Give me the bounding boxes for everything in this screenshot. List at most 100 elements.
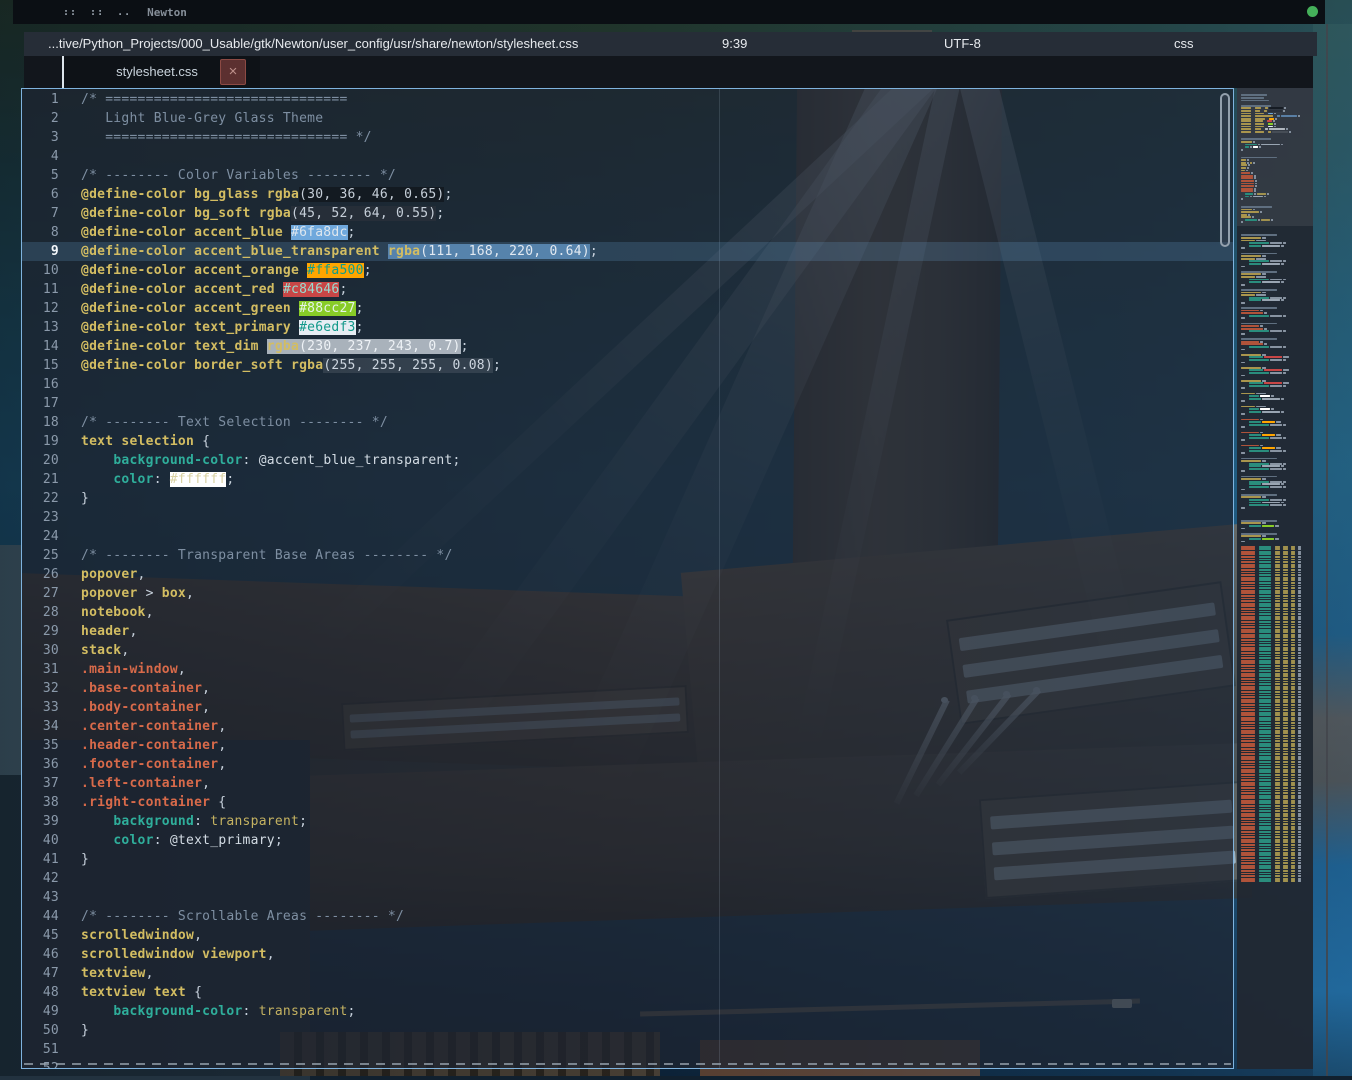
code-line[interactable]: 47 textview,	[22, 964, 1233, 983]
code-line[interactable]: 25/* -------- Transparent Base Areas ---…	[22, 546, 1233, 565]
line-number[interactable]: 48	[22, 983, 65, 1002]
code-line[interactable]: 14@define-color text_dim rgba(230, 237, …	[22, 337, 1233, 356]
code-text[interactable]	[81, 1040, 1233, 1059]
code-text[interactable]: @define-color bg_soft rgba(45, 52, 64, 0…	[81, 204, 1233, 223]
code-text[interactable]: ============================== */	[81, 128, 1233, 147]
code-text[interactable]	[81, 147, 1233, 166]
line-number[interactable]: 28	[22, 603, 65, 622]
line-number[interactable]: 50	[22, 1021, 65, 1040]
code-line[interactable]: 7 @define-color bg_soft rgba(45, 52, 64, …	[22, 204, 1233, 223]
code-text[interactable]: header,	[81, 622, 1233, 641]
line-number[interactable]: 30	[22, 641, 65, 660]
tab-stylesheet[interactable]: stylesheet.css ×	[62, 56, 260, 88]
code-line[interactable]: 19 text selection {	[22, 432, 1233, 451]
code-text[interactable]: textview,	[81, 964, 1233, 983]
line-number[interactable]: 24	[22, 527, 65, 546]
code-text[interactable]: @define-color accent_orange #ffa500;	[81, 261, 1233, 280]
code-line[interactable]: 37 .left-container,	[22, 774, 1233, 793]
code-text[interactable]: @define-color bg_glass rgba(30, 36, 46, …	[81, 185, 1233, 204]
minimap[interactable]	[1237, 88, 1313, 1069]
code-line[interactable]: 11@define-color accent_red #c84646;	[22, 280, 1233, 299]
code-text[interactable]: text selection {	[81, 432, 1233, 451]
code-text[interactable]: scrolledwindow viewport,	[81, 945, 1233, 964]
code-line[interactable]: 26 popover,	[22, 565, 1233, 584]
line-number[interactable]: 6	[22, 185, 65, 204]
line-number[interactable]: 17	[22, 394, 65, 413]
line-number[interactable]: 47	[22, 964, 65, 983]
code-text[interactable]	[81, 375, 1233, 394]
code-text[interactable]: stack,	[81, 641, 1233, 660]
line-number[interactable]: 7	[22, 204, 65, 223]
code-line[interactable]: 48textview text {	[22, 983, 1233, 1002]
code-text[interactable]: @define-color border_soft rgba(255, 255,…	[81, 356, 1233, 375]
code-text[interactable]: .base-container,	[81, 679, 1233, 698]
line-number[interactable]: 43	[22, 888, 65, 907]
line-number[interactable]: 20	[22, 451, 65, 470]
code-line[interactable]: 2 Light Blue-Grey Glass Theme	[22, 109, 1233, 128]
line-number[interactable]: 36	[22, 755, 65, 774]
line-number[interactable]: 51	[22, 1040, 65, 1059]
code-line[interactable]: 41}	[22, 850, 1233, 869]
vertical-scrollbar-thumb[interactable]	[1220, 93, 1230, 247]
line-number[interactable]: 21	[22, 470, 65, 489]
code-line[interactable]: 10 @define-color accent_orange #ffa500;	[22, 261, 1233, 280]
tab-close-button[interactable]: ×	[220, 59, 246, 85]
code-text[interactable]: .left-container,	[81, 774, 1233, 793]
line-number[interactable]: 5	[22, 166, 65, 185]
code-text[interactable]: background: transparent;	[81, 812, 1233, 831]
line-number[interactable]: 1	[22, 90, 65, 109]
code-line[interactable]: 3 ============================== */	[22, 128, 1233, 147]
code-text[interactable]: @define-color accent_green #88cc27;	[81, 299, 1233, 318]
line-number[interactable]: 19	[22, 432, 65, 451]
code-line[interactable]: 5/* -------- Color Variables -------- */	[22, 166, 1233, 185]
code-text[interactable]: /* -------- Transparent Base Areas -----…	[81, 546, 1233, 565]
code-line[interactable]: 15 @define-color border_soft rgba(255, 25…	[22, 356, 1233, 375]
line-number[interactable]: 8	[22, 223, 65, 242]
line-number[interactable]: 18	[22, 413, 65, 432]
code-line[interactable]: 16	[22, 375, 1233, 394]
code-text[interactable]: .footer-container,	[81, 755, 1233, 774]
code-text[interactable]: .right-container {	[81, 793, 1233, 812]
line-number[interactable]: 42	[22, 869, 65, 888]
code-text[interactable]: }	[81, 489, 1233, 508]
code-line[interactable]: 8@define-color accent_blue #6fa8dc;	[22, 223, 1233, 242]
code-text[interactable]: }	[81, 850, 1233, 869]
line-number[interactable]: 44	[22, 907, 65, 926]
line-number[interactable]: 3	[22, 128, 65, 147]
window-title-bar[interactable]: :: :: .. Newton	[13, 0, 1325, 24]
code-text[interactable]: }	[81, 1021, 1233, 1040]
code-line[interactable]: 39 background: transparent;	[22, 812, 1233, 831]
code-line[interactable]: 31.main-window,	[22, 660, 1233, 679]
code-line[interactable]: 18 /* -------- Text Selection -------- */	[22, 413, 1233, 432]
code-text[interactable]: @define-color text_dim rgba(230, 237, 24…	[81, 337, 1233, 356]
code-text[interactable]: @define-color accent_blue_transparent rg…	[81, 242, 1233, 261]
code-line[interactable]: 23	[22, 508, 1233, 527]
code-line[interactable]: 44/* -------- Scrollable Areas -------- …	[22, 907, 1233, 926]
line-number[interactable]: 41	[22, 850, 65, 869]
line-number[interactable]: 34	[22, 717, 65, 736]
code-text[interactable]: background-color: transparent;	[81, 1002, 1233, 1021]
code-text[interactable]: .center-container,	[81, 717, 1233, 736]
code-text[interactable]	[81, 869, 1233, 888]
code-editor[interactable]: 1 /* ==============================2 Ligh…	[21, 88, 1234, 1069]
code-text[interactable]	[81, 527, 1233, 546]
line-number[interactable]: 37	[22, 774, 65, 793]
line-number[interactable]: 32	[22, 679, 65, 698]
code-line[interactable]: 42	[22, 869, 1233, 888]
code-text[interactable]: popover > box,	[81, 584, 1233, 603]
code-line[interactable]: 27 popover > box,	[22, 584, 1233, 603]
line-number[interactable]: 10	[22, 261, 65, 280]
line-number[interactable]: 15	[22, 356, 65, 375]
code-line[interactable]: 45scrolledwindow,	[22, 926, 1233, 945]
line-number[interactable]: 27	[22, 584, 65, 603]
code-text[interactable]: @define-color text_primary #e6edf3;	[81, 318, 1233, 337]
code-line[interactable]: 1 /* ==============================	[22, 90, 1233, 109]
code-text[interactable]	[81, 508, 1233, 527]
code-text[interactable]: popover,	[81, 565, 1233, 584]
line-number[interactable]: 26	[22, 565, 65, 584]
code-line[interactable]: 24	[22, 527, 1233, 546]
code-text[interactable]: color: @text_primary;	[81, 831, 1233, 850]
code-text[interactable]: /* ==============================	[81, 90, 1233, 109]
code-line[interactable]: 6 @define-color bg_glass rgba(30, 36, 46,…	[22, 185, 1233, 204]
code-text[interactable]: /* -------- Text Selection -------- */	[81, 413, 1233, 432]
